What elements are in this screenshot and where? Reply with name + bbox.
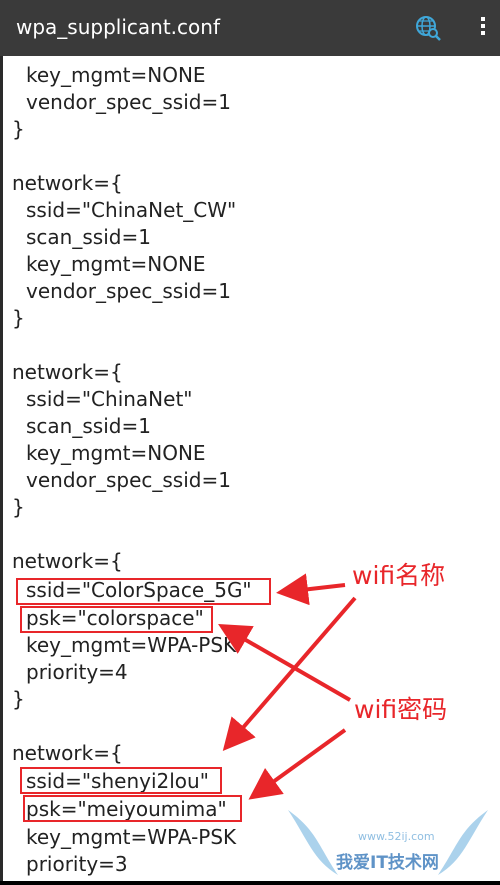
- watermark-url: www.52ij.com: [358, 830, 435, 843]
- watermark-text: 我爱IT技术网: [336, 853, 439, 873]
- arrow-to-psk2: [248, 728, 347, 800]
- wifi-password-label: wifi密码: [354, 695, 448, 724]
- editor-screen: wpa_supplicant.conf key_mgmt=NONE vendor…: [0, 0, 500, 881]
- arrow-to-ssid: [276, 573, 346, 606]
- wifi-name-label: wifi名称: [352, 561, 446, 590]
- arrow-to-psk: [218, 624, 351, 702]
- annotation-arrows: [218, 573, 357, 800]
- arrow-to-ssid2: [222, 596, 357, 752]
- watermark-logo: 我爱IT技术网 www.52ij.com: [278, 800, 500, 881]
